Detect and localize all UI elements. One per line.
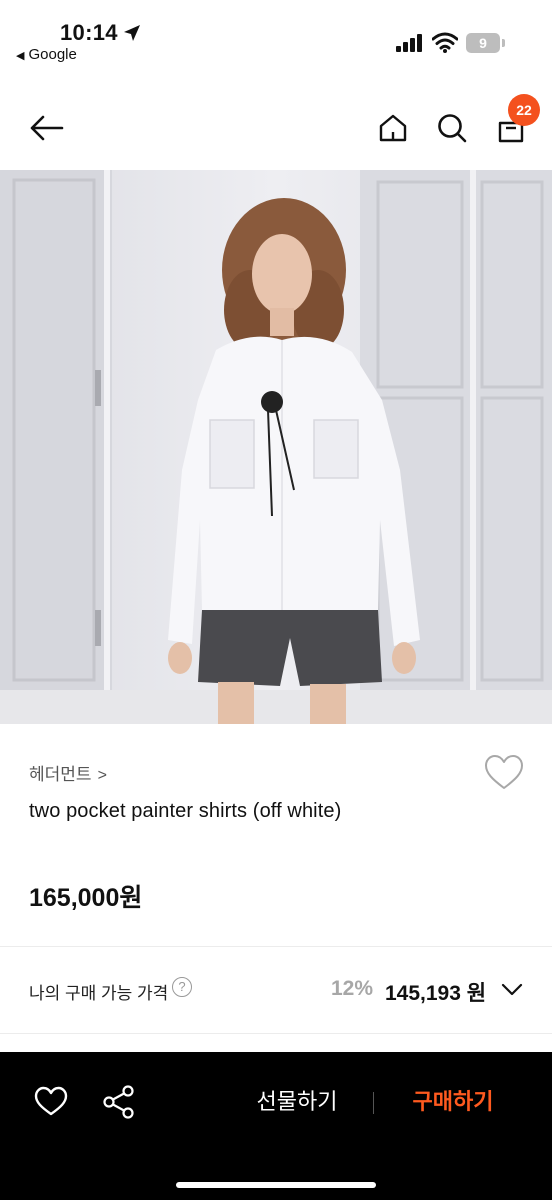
brand-name: 헤더먼트 xyxy=(29,765,92,784)
back-app-label: Google xyxy=(28,46,77,63)
bottom-action-bar: 선물하기 구매하기 xyxy=(0,1052,552,1200)
back-arrow-icon xyxy=(30,115,64,141)
brand-link[interactable]: 헤더먼트 > xyxy=(29,760,107,785)
signal-icon xyxy=(396,34,422,52)
gift-button[interactable]: 선물하기 xyxy=(236,1084,358,1120)
home-button[interactable] xyxy=(371,106,415,150)
product-price: 165,000원 xyxy=(29,884,143,912)
heart-outline-icon[interactable] xyxy=(484,754,524,792)
cart-count-badge: 22 xyxy=(508,94,540,126)
home-indicator[interactable] xyxy=(176,1182,376,1188)
battery-tip xyxy=(502,39,505,47)
sale-price: 145,193 원 xyxy=(385,982,487,1005)
search-icon xyxy=(438,114,467,143)
back-button[interactable] xyxy=(24,106,68,150)
search-button[interactable] xyxy=(430,106,474,150)
discount-rate: 12% xyxy=(331,977,374,1000)
divider xyxy=(373,1092,374,1114)
chevron-right-icon: > xyxy=(97,767,107,784)
heart-outline-icon[interactable] xyxy=(34,1086,68,1118)
home-icon xyxy=(379,114,407,142)
chevron-down-icon[interactable] xyxy=(500,979,524,999)
back-triangle-icon: ◀ xyxy=(16,50,25,62)
buy-button[interactable]: 구매하기 xyxy=(392,1084,514,1120)
status-time: 10:14 xyxy=(60,20,118,45)
back-to-app-link[interactable]: ◀ Google xyxy=(16,46,77,63)
battery-icon: 9 xyxy=(466,33,500,53)
product-title: two pocket painter shirts (off white) xyxy=(29,800,342,822)
my-price-label: 나의 구매 가능 가격 xyxy=(29,984,169,1003)
product-image[interactable] xyxy=(0,170,552,724)
wifi-icon xyxy=(432,32,458,53)
status-bar: 10:14 ◀ Google 9 xyxy=(0,0,552,72)
location-arrow-icon xyxy=(124,25,140,41)
my-price-row[interactable]: 나의 구매 가능 가격 ? 12% 145,193 원 xyxy=(0,947,552,1033)
share-icon[interactable] xyxy=(102,1084,136,1120)
product-photo xyxy=(0,170,552,724)
top-navigation xyxy=(0,72,552,170)
question-icon[interactable]: ? xyxy=(172,977,192,997)
divider xyxy=(0,1033,552,1034)
